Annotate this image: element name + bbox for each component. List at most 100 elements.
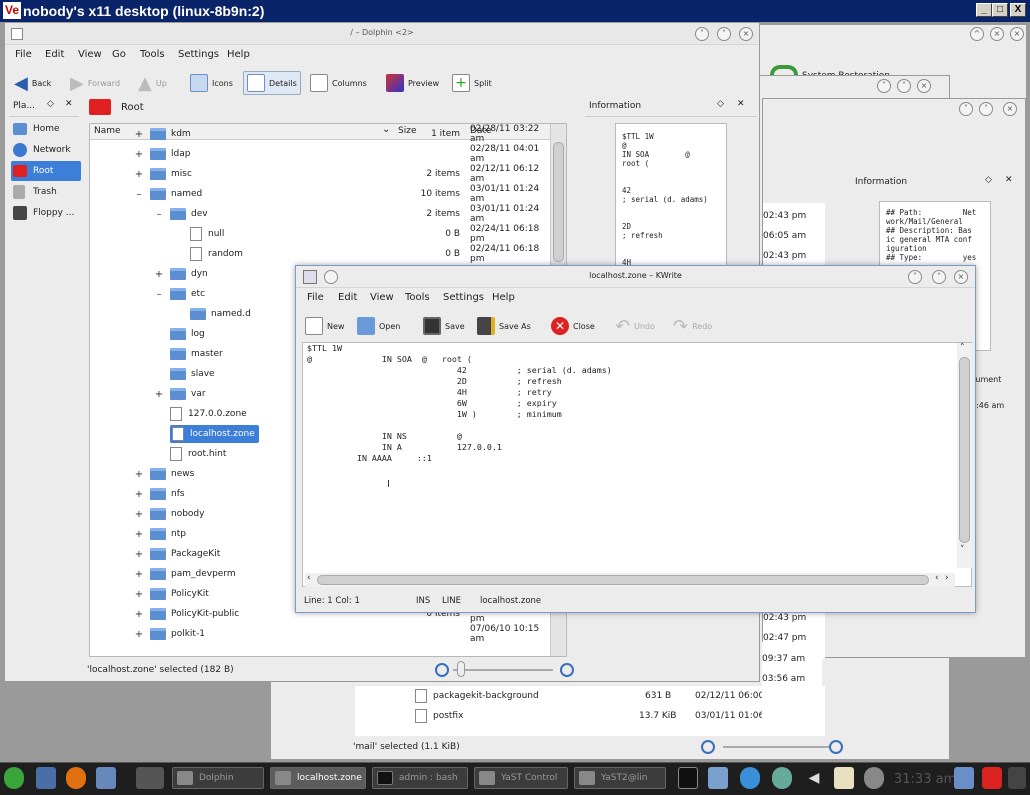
file-row[interactable]: – named 10 items 03/01/11 01:24 am bbox=[90, 184, 550, 204]
places-item-floppy[interactable]: Floppy ... bbox=[13, 203, 79, 223]
places-item-root[interactable]: Root bbox=[11, 161, 81, 181]
scrollbar-thumb[interactable] bbox=[959, 357, 970, 543]
file-name-cell[interactable]: var bbox=[170, 388, 206, 400]
places-item-trash[interactable]: Trash bbox=[13, 182, 79, 202]
file-name-cell[interactable]: misc bbox=[150, 168, 192, 180]
file-name-cell[interactable]: dyn bbox=[170, 268, 208, 280]
expander-icon[interactable]: + bbox=[134, 609, 144, 620]
file-name-cell[interactable]: kdm bbox=[150, 128, 191, 140]
file-name-cell[interactable]: PolicyKit-public bbox=[150, 608, 239, 620]
file-row[interactable]: + polkit-1 07/06/10 10:15 am bbox=[90, 624, 550, 644]
file-manager-icon[interactable] bbox=[96, 767, 116, 789]
menu-tools[interactable]: Tools bbox=[405, 292, 430, 303]
expander-icon[interactable]: + bbox=[134, 129, 144, 140]
task-dolphin[interactable]: Dolphin bbox=[172, 767, 264, 789]
icons-view-button[interactable]: Icons bbox=[187, 71, 236, 95]
file-name-cell[interactable]: news bbox=[150, 468, 194, 480]
file-name-cell[interactable]: slave bbox=[170, 368, 215, 380]
details-view-button[interactable]: Details bbox=[243, 71, 301, 95]
expander-icon[interactable]: + bbox=[134, 629, 144, 640]
zoom-out-icon[interactable] bbox=[701, 740, 715, 754]
expander-icon[interactable]: + bbox=[134, 149, 144, 160]
window-maximize-icon[interactable]: ˄ bbox=[897, 79, 911, 93]
expander-icon[interactable]: + bbox=[134, 509, 144, 520]
desktop-icon[interactable] bbox=[36, 767, 56, 789]
arrow-left-icon[interactable]: ◀ bbox=[804, 767, 824, 789]
file-row[interactable]: + misc 2 items 02/12/11 06:12 am bbox=[90, 164, 550, 184]
menu-file[interactable]: File bbox=[15, 49, 32, 60]
save-as-button[interactable]: Save As bbox=[474, 314, 534, 338]
task-yast2[interactable]: YaST2@lin bbox=[574, 767, 666, 789]
panel-close-icon[interactable]: ✕ bbox=[737, 99, 745, 109]
file-name-cell[interactable]: master bbox=[170, 348, 223, 360]
zoom-slider[interactable] bbox=[453, 669, 553, 671]
expander-icon[interactable]: + bbox=[134, 529, 144, 540]
window-maximize-icon[interactable]: ^ bbox=[970, 27, 984, 41]
vnc-close-button[interactable]: X bbox=[1010, 3, 1026, 17]
clipboard-icon[interactable] bbox=[834, 767, 854, 789]
up-button[interactable]: ▲ Up bbox=[135, 71, 170, 95]
file-name-cell[interactable]: pam_devperm bbox=[150, 568, 236, 580]
scroll-right-icon[interactable]: › bbox=[945, 573, 949, 583]
firefox-icon[interactable] bbox=[66, 767, 86, 789]
zoom-out-icon[interactable] bbox=[435, 663, 449, 677]
zoom-slider[interactable] bbox=[723, 746, 829, 748]
pager-icon[interactable] bbox=[136, 767, 164, 789]
window-extra-icon[interactable]: × bbox=[1010, 27, 1024, 41]
task-yast[interactable]: YaST Control bbox=[474, 767, 568, 789]
menu-go[interactable]: Go bbox=[112, 49, 126, 60]
info-icon[interactable] bbox=[864, 767, 884, 789]
file-name-cell[interactable]: named.d bbox=[190, 308, 251, 320]
file-name-cell[interactable]: null bbox=[190, 227, 224, 241]
menu-help[interactable]: Help bbox=[492, 292, 515, 303]
menu-settings[interactable]: Settings bbox=[443, 292, 484, 303]
network-icon[interactable] bbox=[708, 767, 728, 789]
window-minimize-icon[interactable]: ˅ bbox=[908, 270, 922, 284]
file-name-cell[interactable]: localhost.zone bbox=[170, 425, 259, 443]
selection-mode[interactable]: LINE bbox=[442, 596, 461, 606]
panel-close-icon[interactable]: ✕ bbox=[65, 99, 73, 109]
expander-icon[interactable]: + bbox=[134, 549, 144, 560]
task-kwrite[interactable]: localhost.zone bbox=[270, 767, 366, 789]
zoom-in-icon[interactable] bbox=[829, 740, 843, 754]
window-minimize-icon[interactable]: ˅ bbox=[959, 102, 973, 116]
menu-edit[interactable]: Edit bbox=[338, 292, 357, 303]
menu-settings[interactable]: Settings bbox=[178, 49, 219, 60]
save-button[interactable]: Save bbox=[420, 314, 468, 338]
redo-button[interactable]: ↷ Redo bbox=[670, 314, 715, 338]
vnc-minimize-button[interactable]: _ bbox=[976, 3, 992, 17]
columns-view-button[interactable]: Columns bbox=[307, 71, 370, 95]
menu-view[interactable]: View bbox=[370, 292, 394, 303]
new-button[interactable]: New bbox=[302, 314, 347, 338]
window-maximize-icon[interactable]: ˄ bbox=[979, 102, 993, 116]
file-name-cell[interactable]: named bbox=[150, 188, 202, 200]
scrollbar-thumb[interactable] bbox=[317, 575, 929, 585]
panel-options-icon[interactable]: ◇ bbox=[47, 99, 54, 109]
back-button[interactable]: ◀ Back bbox=[11, 71, 54, 95]
file-name-cell[interactable]: PackageKit bbox=[150, 548, 220, 560]
zoom-slider-handle[interactable] bbox=[457, 661, 465, 677]
update-icon[interactable] bbox=[740, 767, 760, 789]
file-name-cell[interactable]: nfs bbox=[150, 488, 185, 500]
file-name-cell[interactable]: polkit-1 bbox=[150, 628, 205, 640]
window-close-icon[interactable]: × bbox=[917, 79, 931, 93]
panel-options-icon[interactable]: ◇ bbox=[717, 99, 724, 109]
window-maximize-icon[interactable]: ˄ bbox=[932, 270, 946, 284]
file-row[interactable]: null 0 B 02/24/11 06:18 pm bbox=[90, 224, 550, 244]
file-name-cell[interactable]: PolicyKit bbox=[150, 588, 209, 600]
window-minimize-icon[interactable]: ˅ bbox=[877, 79, 891, 93]
expander-icon[interactable]: + bbox=[134, 589, 144, 600]
panel-options-icon[interactable]: ◇ bbox=[985, 175, 992, 185]
file-name-cell[interactable]: nobody bbox=[150, 508, 204, 520]
preview-button[interactable]: Preview bbox=[383, 71, 442, 95]
expander-icon[interactable]: + bbox=[154, 389, 164, 400]
file-row[interactable]: – dev 2 items 03/01/11 01:24 am bbox=[90, 204, 550, 224]
expander-icon[interactable]: + bbox=[154, 269, 164, 280]
window-close-icon[interactable]: × bbox=[1003, 102, 1017, 116]
close-button[interactable]: ✕ Close bbox=[548, 314, 598, 338]
expander-icon[interactable]: + bbox=[134, 169, 144, 180]
file-name-cell[interactable]: 127.0.0.zone bbox=[170, 407, 247, 421]
editor-vertical-scrollbar[interactable]: ˄ ˅ bbox=[957, 343, 972, 568]
panel-handle-icon[interactable] bbox=[1008, 767, 1026, 789]
scroll-down-icon[interactable]: ˅ bbox=[960, 545, 965, 555]
